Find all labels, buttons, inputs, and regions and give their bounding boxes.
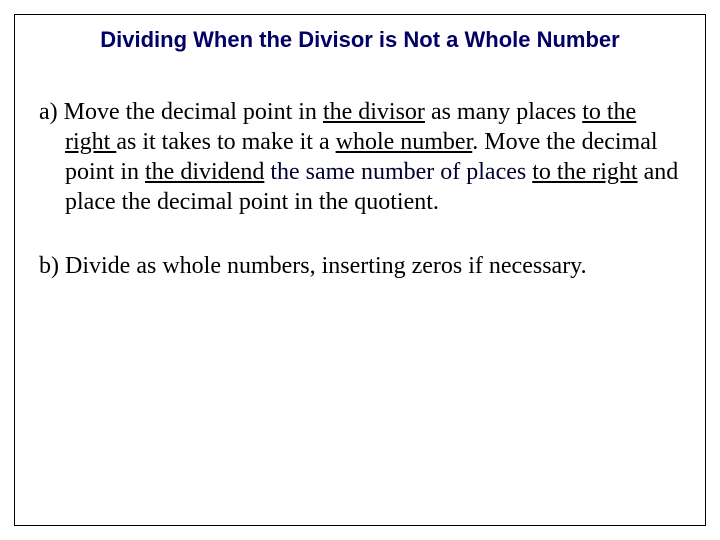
step-a-underline-whole-number: whole number [336,129,473,155]
step-a-underline-dividend: the dividend [145,159,264,185]
step-a-text-1: Move the decimal point in [58,99,323,125]
slide-frame: Dividing When the Divisor is Not a Whole… [14,14,706,526]
step-a-label: a) [39,99,58,125]
step-b-label: b) [39,253,59,279]
step-a: a) Move the decimal point in the divisor… [39,97,681,217]
step-a-text-3: as it takes to make it a [116,129,335,155]
step-a-text-5: the same number of places [264,159,532,185]
step-a-underline-divisor: the divisor [323,99,425,125]
step-a-text-2: as many places [425,99,582,125]
slide-title: Dividing When the Divisor is Not a Whole… [39,27,681,53]
step-b: b) Divide as whole numbers, inserting ze… [39,251,681,281]
body-text: a) Move the decimal point in the divisor… [39,97,681,281]
step-b-text: Divide as whole numbers, inserting zeros… [59,253,587,279]
step-a-underline-right-2: to the right [532,159,637,185]
